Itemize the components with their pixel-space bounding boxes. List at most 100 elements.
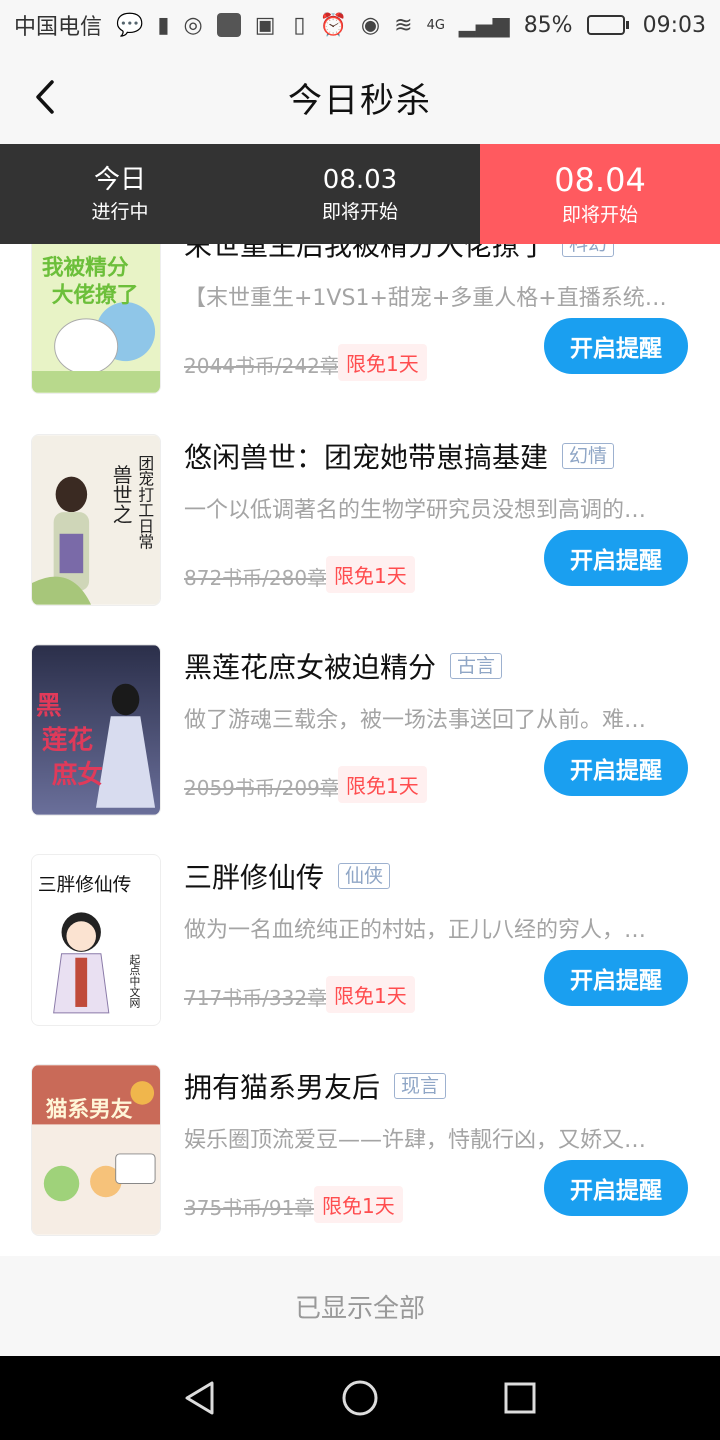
svg-text:三胖修仙传: 三胖修仙传 (38, 875, 131, 896)
genre-tag: 幻情 (562, 443, 615, 469)
tab-sub-label: 进行中 (91, 201, 149, 223)
status-bar-left: 中国电信 💬 ▮ ◎ ▣ (14, 9, 276, 41)
book-description: 做了游魂三载余，被一场法事送回了从前。难… (184, 708, 647, 733)
book-title[interactable]: 拥有猫系男友后 现言 (184, 1066, 447, 1106)
tab-label: 08.04 (554, 161, 646, 199)
book-cover[interactable]: 猫系男友 (31, 1064, 161, 1236)
network-type-label: 4G (426, 17, 445, 33)
wechat-icon: 💬 (116, 12, 144, 38)
hotspot-icon: ◎ (183, 12, 203, 38)
original-price: 375书币/91章 (184, 1196, 315, 1220)
svg-text:起点中文网: 起点中文网 (128, 953, 141, 1008)
signal-icon: ▂▄▆ (458, 12, 510, 38)
circle-home-icon (342, 1380, 378, 1416)
tab-0804[interactable]: 08.04 即将开始 (480, 144, 720, 244)
book-title-text: 末世重生后我被精分大佬撩了 (184, 244, 549, 262)
book-cover[interactable]: 团宠打工日常 兽世之 (31, 434, 161, 606)
book-cover-image: 黑 莲花 庶女 (32, 645, 160, 815)
book-title[interactable]: 悠闲兽世：团宠她带崽搞基建 幻情 (184, 436, 615, 476)
alarm-icon: ⏰ (319, 12, 347, 38)
genre-tag: 现言 (394, 1073, 447, 1099)
list-item[interactable]: 黑 莲花 庶女 黑莲花庶女被迫精分 古言 做了游魂三载余，被一场法事送回了从前。… (0, 644, 720, 854)
remind-button[interactable]: 开启提醒 (544, 318, 688, 374)
nav-home-button[interactable] (330, 1368, 390, 1428)
status-bar-right: ▯ ⏰ ◉ ≋ 4G ▂▄▆ 85% 09:03 (293, 13, 706, 38)
tab-sub-label: 即将开始 (561, 204, 638, 226)
book-description: 【末世重生+1VS1+甜宠+多重人格+直播系统+… (184, 286, 684, 311)
book-title-text: 三胖修仙传 (184, 861, 325, 894)
list-end-footer: 已显示全部 (0, 1256, 720, 1356)
svg-text:我被精分: 我被精分 (42, 255, 129, 281)
original-price: 2044书币/242章 (184, 354, 340, 378)
tab-label: 08.03 (322, 165, 398, 195)
free-badge: 限免1天 (314, 1186, 403, 1223)
list-item[interactable]: 猫系男友 拥有猫系男友后 现言 娱乐圈顶流爱豆——许肆，恃靓行凶，又娇又… 37… (0, 1064, 720, 1256)
svg-text:黑: 黑 (36, 691, 62, 721)
book-title[interactable]: 黑莲花庶女被迫精分 古言 (184, 646, 503, 686)
svg-text:兽世之: 兽世之 (109, 465, 132, 524)
free-badge: 限免1天 (338, 766, 427, 803)
system-nav-bar (0, 1356, 720, 1440)
remind-button[interactable]: 开启提醒 (544, 530, 688, 586)
page-title: 今日秒杀 (288, 80, 432, 121)
image-icon: ▣ (254, 12, 276, 38)
tab-label: 今日 (93, 165, 146, 195)
tab-0803[interactable]: 08.03 即将开始 (240, 144, 480, 244)
wifi-icon: ≋ (394, 12, 413, 38)
battery-percent: 85% (523, 12, 573, 38)
book-cover[interactable]: 三胖修仙传 起点中文网 (31, 854, 161, 1026)
svg-text:庶女: 庶女 (52, 759, 103, 790)
tab-sub-label: 即将开始 (321, 201, 398, 223)
svg-text:团宠打工日常: 团宠打工日常 (136, 455, 155, 550)
back-button[interactable] (20, 72, 70, 122)
square-recents-icon (504, 1382, 536, 1414)
triangle-back-icon (185, 1381, 214, 1415)
book-cover-image: 团宠打工日常 兽世之 (32, 435, 160, 605)
book-title-text: 拥有猫系男友后 (184, 1071, 381, 1104)
nav-back-button[interactable] (170, 1368, 230, 1428)
chevron-left-icon (36, 80, 54, 114)
vibrate-icon: ▯ (293, 12, 306, 38)
original-price: 2059书币/209章 (184, 776, 340, 800)
genre-tag: 古言 (450, 653, 503, 679)
battery-icon (586, 15, 629, 35)
remind-button[interactable]: 开启提醒 (544, 950, 688, 1006)
book-cover-image: 我被精分 大佬撩了 (32, 244, 160, 393)
list-item[interactable]: 我被精分 大佬撩了 末世重生后我被精分大佬撩了 科幻 【末世重生+1VS1+甜宠… (0, 244, 720, 432)
svg-text:大佬撩了: 大佬撩了 (52, 283, 139, 308)
svg-text:猫系男友: 猫系男友 (46, 1098, 133, 1123)
list-item[interactable]: 团宠打工日常 兽世之 悠闲兽世：团宠她带崽搞基建 幻情 一个以低调著名的生物学研… (0, 434, 720, 644)
book-description: 娱乐圈顶流爱豆——许肆，恃靓行凶，又娇又… (184, 1128, 647, 1153)
nav-recents-button[interactable] (490, 1368, 550, 1428)
app-notification-icon (216, 13, 241, 37)
carrier-label: 中国电信 (14, 15, 103, 40)
book-description: 一个以低调著名的生物学研究员没想到高调的… (184, 498, 647, 523)
sd-card-icon: ▮ (157, 12, 170, 38)
nav-header: 今日秒杀 (0, 50, 720, 144)
eye-icon: ◉ (360, 12, 381, 38)
book-cover[interactable]: 我被精分 大佬撩了 (31, 244, 161, 394)
book-title[interactable]: 三胖修仙传 仙侠 (184, 856, 391, 896)
free-badge: 限免1天 (326, 556, 415, 593)
genre-tag: 仙侠 (338, 863, 391, 889)
book-title[interactable]: 末世重生后我被精分大佬撩了 科幻 (184, 244, 615, 264)
svg-text:莲花: 莲花 (42, 726, 94, 756)
list-end-text: 已显示全部 (294, 1293, 425, 1324)
tab-today[interactable]: 今日 进行中 (0, 144, 240, 244)
date-tabs: 今日 进行中 08.03 即将开始 08.04 即将开始 (0, 144, 720, 244)
book-description: 做为一名血统纯正的村姑，正儿八经的穷人，… (184, 918, 647, 943)
original-price: 717书币/332章 (184, 986, 328, 1010)
book-cover-image: 猫系男友 (32, 1065, 160, 1235)
list-item[interactable]: 三胖修仙传 起点中文网 三胖修仙传 仙侠 做为一名血统纯正的村姑，正儿八经的穷人… (0, 854, 720, 1064)
book-cover[interactable]: 黑 莲花 庶女 (31, 644, 161, 816)
clock: 09:03 (642, 12, 706, 38)
book-title-text: 黑莲花庶女被迫精分 (184, 651, 437, 684)
remind-button[interactable]: 开启提醒 (544, 1160, 688, 1216)
status-bar: 中国电信 💬 ▮ ◎ ▣ ▯ ⏰ ◉ ≋ 4G ▂▄▆ 85% 09:03 (0, 0, 720, 50)
remind-button[interactable]: 开启提醒 (544, 740, 688, 796)
genre-tag: 科幻 (562, 244, 615, 257)
free-badge: 限免1天 (338, 344, 427, 381)
book-title-text: 悠闲兽世：团宠她带崽搞基建 (184, 441, 549, 474)
free-badge: 限免1天 (326, 976, 415, 1013)
book-list: 我被精分 大佬撩了 末世重生后我被精分大佬撩了 科幻 【末世重生+1VS1+甜宠… (0, 244, 720, 1256)
